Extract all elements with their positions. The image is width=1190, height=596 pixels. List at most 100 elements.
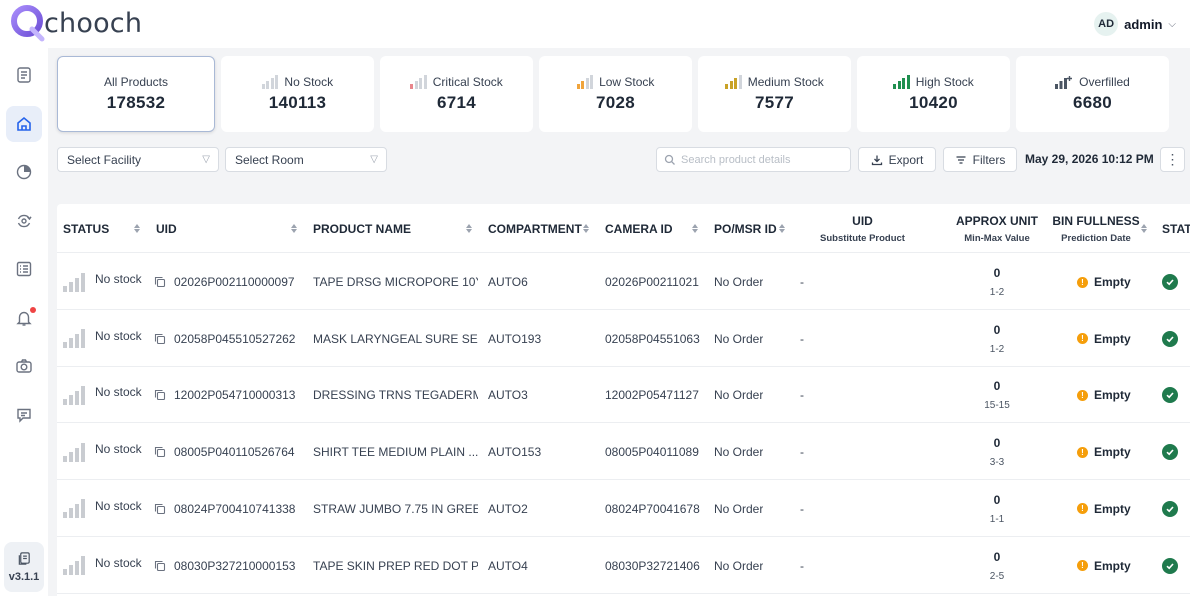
card-medium-stock[interactable]: Medium Stock 7577 [698,56,851,132]
sidebar-item-reports[interactable] [6,57,42,93]
card-no-stock[interactable]: No Stock 140113 [221,56,374,132]
card-critical-stock[interactable]: Critical Stock 6714 [380,56,533,132]
uid-text: 02058P045510527262 [174,331,296,346]
column-compartment[interactable]: COMPARTMENT [488,204,582,253]
uid-text: 08024P700410741338 [174,501,296,516]
signal-bars-icon [63,442,85,462]
po-status: No Order [714,445,764,460]
copy-icon[interactable] [154,560,166,572]
sidebar-item-chat[interactable] [6,397,42,433]
column-sub-uid-sublabel: Substitute Product [820,232,905,244]
sidebar-item-notifications[interactable] [6,300,42,336]
sort-icon[interactable] [691,221,699,235]
table-row[interactable]: No stock 08024P700410741338 STRAW JUMBO 7.… [57,481,1190,537]
filters-button[interactable]: Filters [943,147,1017,172]
sidebar-item-sync[interactable] [6,203,42,239]
copy-icon[interactable] [154,389,166,401]
table-row[interactable]: No stock 12002P054710000313 DRESSING TRNS … [57,367,1190,424]
column-uid[interactable]: UID [156,204,177,253]
sort-icon[interactable] [582,221,590,235]
product-name: MASK LARYNGEAL SURE SE... [313,331,478,346]
column-uid-label: UID [156,221,177,236]
column-po-msr-id[interactable]: PO/MSR ID [714,204,777,253]
copy-icon[interactable] [154,276,166,288]
product-name: DRESSING TRNS TEGADERM... [313,388,478,403]
version-badge[interactable]: v3.1.1 [4,542,44,592]
compartment: AUTO6 [488,275,528,289]
card-all-products[interactable]: All Products 178532 [57,56,215,132]
card-high-stock[interactable]: High Stock 10420 [857,56,1010,132]
compartment: AUTO4 [488,558,528,573]
sort-icon[interactable] [778,221,786,235]
table-row[interactable]: No stock 08030P327210000153 TAPE SKIN PREP… [57,538,1190,594]
sidebar-item-analytics[interactable] [6,154,42,190]
status-cell: No stock [63,481,142,537]
search-box[interactable] [656,147,851,172]
column-status[interactable]: STATUS [63,204,109,253]
card-value: 178532 [106,93,166,112]
user-menu[interactable]: AD admin ⌵ [1094,12,1176,36]
card-value: 7577 [754,93,795,112]
state-cell [1162,424,1178,480]
facility-select[interactable]: Select Facility ▽ [57,147,219,172]
chevron-down-icon: ▽ [202,154,210,165]
top-bar: chooch AD admin ⌵ [0,0,1190,48]
uid-text: 08005P040110526764 [174,445,295,460]
sort-icon[interactable] [133,221,141,235]
more-options-button[interactable]: ⋮ [1160,147,1185,172]
card-overfilled[interactable]: Overfilled 6680 [1016,56,1169,132]
main-content: All Products 178532 No Stock 140113 Crit… [48,48,1190,596]
status-cell: No stock [63,311,142,367]
copy-icon[interactable] [154,446,166,458]
sidebar-item-list[interactable] [6,251,42,287]
column-compartment-label: COMPARTMENT [488,221,582,236]
check-circle-icon [1162,387,1178,404]
copy-icon[interactable] [154,503,166,515]
copy-icon[interactable] [154,333,166,345]
current-datetime: May 29, 2026 10:12 PM [1025,152,1154,166]
sidebar-item-home[interactable] [6,106,42,142]
po-status: No Order [714,388,764,403]
column-approx-unit[interactable]: APPROX UNIT Min-Max Value [947,204,1047,253]
compartment: AUTO3 [488,388,528,403]
notification-badge [30,307,36,313]
warning-icon: ! [1077,446,1088,458]
status-cell: No stock [63,254,142,310]
export-button[interactable]: Export [858,147,936,172]
min-max-range: 2-5 [989,570,1005,582]
substitute-cell: - [800,538,804,594]
product-name: TAPE SKIN PREP RED DOT P... [313,558,478,573]
table-row[interactable]: No stock 02058P045510527262 MASK LARYNGEAL… [57,311,1190,367]
check-circle-icon [1162,500,1178,517]
table-row[interactable]: No stock 08005P040110526764 SHIRT TEE MEDI… [57,424,1190,481]
uid-cell: 02058P045510527262 [154,311,295,367]
card-label: Overfilled [1079,75,1130,89]
column-state[interactable]: STAT [1162,204,1190,253]
card-value: 6680 [1072,93,1113,112]
column-substitute-uid[interactable]: UID Substitute Product [807,204,918,253]
substitute-value: - [800,558,804,573]
signal-bars-icon [63,329,85,349]
column-bin-fullness[interactable]: BIN FULLNESS Prediction Date [1052,204,1140,253]
compartment-cell: AUTO193 [488,311,541,367]
po-status: No Order [714,558,764,573]
sort-icon[interactable] [465,221,473,235]
uid-text: 12002P054710000313 [174,388,296,403]
sort-icon[interactable] [1140,221,1148,235]
app-logo[interactable]: chooch [8,3,142,43]
sidebar-item-cameras[interactable] [6,348,42,384]
fullness-text: Empty [1094,558,1131,573]
sort-icon[interactable] [290,221,298,235]
toolbar: Select Facility ▽ Select Room ▽ Export F… [57,147,1185,173]
status-text: No stock [95,328,142,343]
search-input[interactable] [681,153,841,166]
status-cell: No stock [63,538,142,594]
column-product-name[interactable]: PRODUCT NAME [313,204,411,253]
card-value: 10420 [909,93,958,112]
table-row[interactable]: No stock 02026P002110000097 TAPE DRSG MICR… [57,254,1190,310]
card-low-stock[interactable]: Low Stock 7028 [539,56,692,132]
column-camera-id[interactable]: CAMERA ID [605,204,673,253]
room-select[interactable]: Select Room ▽ [225,147,387,172]
report-icon [17,67,31,83]
home-icon [17,116,31,131]
